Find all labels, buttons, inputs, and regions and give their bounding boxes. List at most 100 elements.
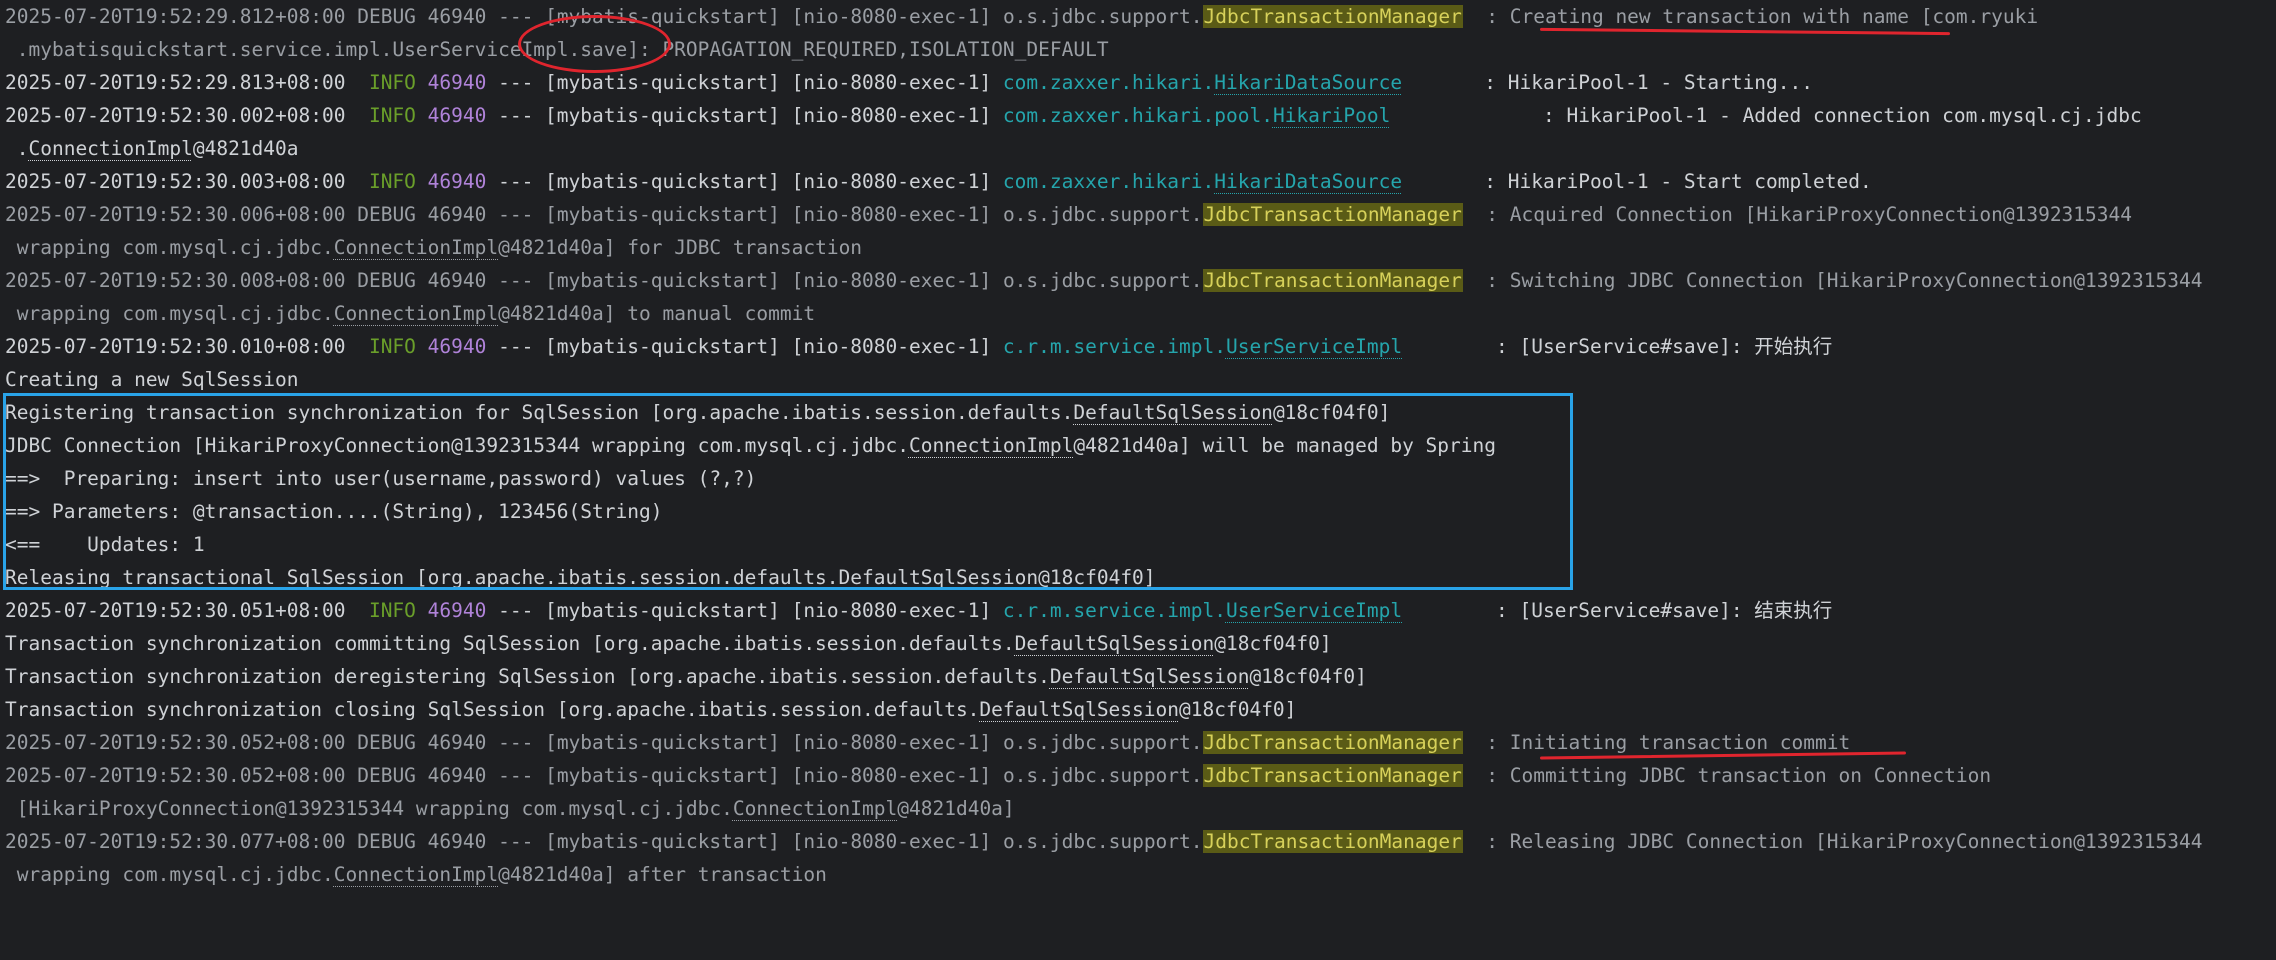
logger-class[interactable]: UserServiceImpl [1226,335,1402,358]
text: . [5,137,29,160]
timestamp: 2025-07-20T19:52:30.006+08:00 [5,203,346,226]
separator: : [1402,170,1508,193]
logger-package: o.s.jdbc.support. [1002,5,1203,28]
logger-package: o.s.jdbc.support. [1002,203,1203,226]
pid: 46940 [427,764,487,787]
message: [UserService#save]: 结束执行 [1519,599,1833,622]
thread: --- [mybatis-quickstart] [nio-8080-exec-… [486,731,1003,754]
thread: --- [mybatis-quickstart] [nio-8080-exec-… [486,104,1003,127]
class-link[interactable]: ConnectionImpl [733,797,897,820]
logger-package: o.s.jdbc.support. [1002,731,1203,754]
message-cont: [com.ryuki [1908,5,2039,28]
log-line-8: Creating a new SqlSession [5,368,299,391]
message: Releasing JDBC Connection [HikariProxyCo… [1509,830,2203,853]
message: HikariPool-1 - Starting... [1507,71,1814,94]
timestamp: 2025-07-20T19:52:30.003+08:00 [5,170,346,193]
text: Transaction synchronization committing S… [5,632,1015,655]
logger-class[interactable]: JdbcTransactionManager [1202,764,1463,787]
text: @18cf04f0] [1179,698,1297,721]
logger-class[interactable]: HikariDataSource [1214,170,1402,193]
logger-package: c.r.m.service.impl. [1002,335,1226,358]
text: @4821d40a] [897,797,1015,820]
log-line-1: 2025-07-20T19:52:29.812+08:00 DEBUG 4694… [5,0,2038,33]
message: Creating new transaction with name [1509,5,1909,28]
class-link[interactable]: ConnectionImpl [334,236,498,259]
logger-class[interactable]: JdbcTransactionManager [1202,203,1463,226]
timestamp: 2025-07-20T19:52:30.052+08:00 [5,731,346,754]
log-level: DEBUG [357,269,416,292]
logger-class[interactable]: JdbcTransactionManager [1202,269,1463,292]
message: Initiating transaction commit [1509,731,1851,754]
log-line-16: Transaction synchronization committing S… [5,627,1332,660]
separator: : [1462,731,1510,754]
log-line-5: 2025-07-20T19:52:30.006+08:00 DEBUG 4694… [5,198,2132,231]
message: HikariPool-1 - Start completed. [1507,170,1872,193]
logger-package: o.s.jdbc.support. [1002,830,1203,853]
log-level: INFO [345,71,428,94]
thread: --- [mybatis-quickstart] [nio-8080-exec-… [486,71,1003,94]
log-line-20-wrap: [HikariProxyConnection@1392315344 wrappi… [5,792,1015,825]
log-line-3-wrap: .ConnectionImpl@4821d40a [5,132,299,165]
text: @4821d40a] for JDBC transaction [498,236,863,259]
log-line-19: 2025-07-20T19:52:30.052+08:00 DEBUG 4694… [5,726,1850,759]
logger-class[interactable]: HikariPool [1273,104,1390,127]
log-level: DEBUG [357,5,416,28]
log-level: INFO [345,104,428,127]
log-line-21: 2025-07-20T19:52:30.077+08:00 DEBUG 4694… [5,825,2202,858]
log-line-3: 2025-07-20T19:52:30.002+08:00 INFO 46940… [5,99,2142,132]
message: Switching JDBC Connection [HikariProxyCo… [1509,269,2203,292]
class-link[interactable]: ConnectionImpl [334,863,498,886]
message: [UserService#save]: 开始执行 [1519,335,1833,358]
class-link[interactable]: ConnectionImpl [28,137,192,160]
log-line-21-wrap: wrapping com.mysql.cj.jdbc.ConnectionImp… [5,858,827,891]
class-link[interactable]: DefaultSqlSession [979,698,1179,721]
log-line-15: 2025-07-20T19:52:30.051+08:00 INFO 46940… [5,594,1832,627]
logger-package: o.s.jdbc.support. [1002,269,1203,292]
timestamp: 2025-07-20T19:52:30.077+08:00 [5,830,346,853]
log-line-4: 2025-07-20T19:52:30.003+08:00 INFO 46940… [5,165,1872,198]
separator: : [1402,335,1520,358]
method-name-circle-annotation [518,15,671,73]
log-line-7: 2025-07-20T19:52:30.010+08:00 INFO 46940… [5,330,1832,363]
separator: : [1390,104,1567,127]
separator: : [1402,599,1520,622]
log-line-6-wrap: wrapping com.mysql.cj.jdbc.ConnectionImp… [5,297,815,330]
timestamp: 2025-07-20T19:52:30.051+08:00 [5,599,346,622]
logger-class[interactable]: JdbcTransactionManager [1202,5,1463,28]
text: Transaction synchronization deregisterin… [5,665,1050,688]
logger-class[interactable]: UserServiceImpl [1226,599,1402,622]
message: HikariPool-1 - Added connection com.mysq… [1566,104,2142,127]
logger-class[interactable]: JdbcTransactionManager [1202,731,1463,754]
log-level: DEBUG [357,203,416,226]
logger-class[interactable]: HikariDataSource [1214,71,1402,94]
log-line-6: 2025-07-20T19:52:30.008+08:00 DEBUG 4694… [5,264,2202,297]
log-level: DEBUG [357,830,416,853]
log-level: DEBUG [357,764,416,787]
logger-package: o.s.jdbc.support. [1002,764,1203,787]
text: [HikariProxyConnection@1392315344 wrappi… [5,797,733,820]
pid: 46940 [427,269,487,292]
pid: 46940 [427,335,487,358]
class-link[interactable]: DefaultSqlSession [1050,665,1250,688]
class-link[interactable]: DefaultSqlSession [1015,632,1215,655]
log-level: INFO [345,335,428,358]
message: Acquired Connection [HikariProxyConnecti… [1509,203,2133,226]
logger-package: com.zaxxer.hikari. [1002,170,1215,193]
logger-class[interactable]: JdbcTransactionManager [1202,830,1463,853]
log-line-17: Transaction synchronization deregisterin… [5,660,1367,693]
thread: --- [mybatis-quickstart] [nio-8080-exec-… [486,269,1003,292]
class-link[interactable]: ConnectionImpl [334,302,498,325]
text: wrapping com.mysql.cj.jdbc. [5,236,334,259]
pid: 46940 [427,104,487,127]
log-level: INFO [345,599,428,622]
logger-package: com.zaxxer.hikari.pool. [1002,104,1273,127]
log-line-18: Transaction synchronization closing SqlS… [5,693,1296,726]
text: Transaction synchronization closing SqlS… [5,698,980,721]
log-line-2: 2025-07-20T19:52:29.813+08:00 INFO 46940… [5,66,1813,99]
text: @18cf04f0] [1214,632,1332,655]
thread: --- [mybatis-quickstart] [nio-8080-exec-… [486,764,1003,787]
timestamp: 2025-07-20T19:52:29.812+08:00 [5,5,346,28]
separator: : [1462,269,1510,292]
thread: --- [mybatis-quickstart] [nio-8080-exec-… [486,170,1003,193]
separator: : [1462,5,1510,28]
